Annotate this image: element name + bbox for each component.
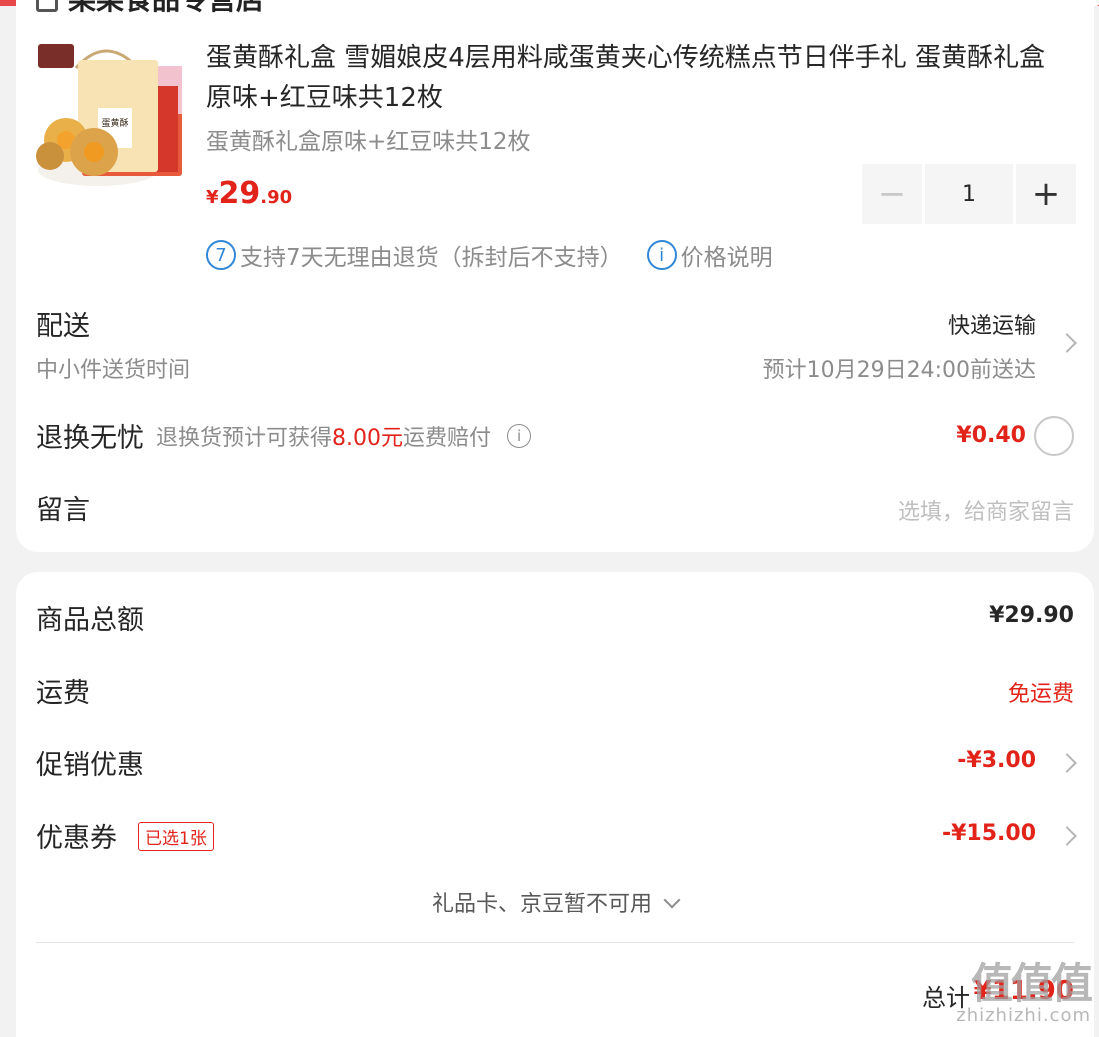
return-note-amount: 8.00元 xyxy=(332,426,404,451)
delivery-sub: 中小件送货时间 xyxy=(36,358,191,383)
chevron-down-icon xyxy=(663,891,681,909)
store-name: 某某食品专营店 xyxy=(68,0,264,16)
seven-day-return-icon: 7 xyxy=(206,240,236,270)
return-policy-text[interactable]: 支持7天无理由退货（拆封后不支持） xyxy=(240,238,623,272)
coupon-value[interactable]: -¥15.00 xyxy=(942,821,1036,846)
divider xyxy=(36,942,1074,943)
quantity-value[interactable]: 1 xyxy=(925,164,1013,224)
store-icon xyxy=(36,0,58,12)
return-price: ¥0.40 xyxy=(956,423,1026,448)
order-item-card: 某某食品专营店 蛋黄酥 蛋黄酥礼盒 雪媚娘皮4层用料咸蛋黄夹心传统糕点节日伴手礼… xyxy=(16,0,1094,552)
increase-button[interactable]: + xyxy=(1016,164,1076,224)
price-integer: 29 xyxy=(218,176,261,211)
coupon-selected-badge: 已选1张 xyxy=(138,822,214,851)
promo-label: 促销优惠 xyxy=(36,750,144,781)
box-label: 蛋黄酥 xyxy=(101,117,128,129)
price-summary-card: 商品总额 ¥29.90 运费 免运费 促销优惠 -¥3.00 优惠券 已选1张 … xyxy=(16,572,1094,1037)
shipping-label: 运费 xyxy=(36,678,90,709)
return-select-radio[interactable] xyxy=(1034,416,1074,456)
return-note-prefix: 退换货预计可获得 xyxy=(156,426,333,451)
chevron-right-icon[interactable] xyxy=(1057,333,1077,353)
chevron-right-icon[interactable] xyxy=(1057,753,1077,773)
store-header[interactable]: 某某食品专营店 xyxy=(36,0,264,18)
shipping-value: 免运费 xyxy=(1007,682,1074,707)
chevron-right-icon[interactable] xyxy=(1057,826,1077,846)
price-symbol: ¥ xyxy=(206,187,219,208)
goods-total-value: ¥29.90 xyxy=(989,603,1074,628)
return-note-suffix: 运费赔付 xyxy=(403,426,492,451)
quantity-stepper: − 1 + xyxy=(862,164,1076,224)
return-label: 退换无忧 xyxy=(36,423,144,454)
unavailable-text: 礼品卡、京豆暂不可用 xyxy=(431,892,652,917)
unavailable-toggle[interactable]: 礼品卡、京豆暂不可用 xyxy=(16,886,1094,918)
decrease-button[interactable]: − xyxy=(862,164,922,224)
product-image[interactable]: 蛋黄酥 xyxy=(36,36,186,190)
delivery-label: 配送 xyxy=(36,311,90,342)
product-title[interactable]: 蛋黄酥礼盒 雪媚娘皮4层用料咸蛋黄夹心传统糕点节日伴手礼 蛋黄酥礼盒原味+红豆味… xyxy=(206,38,1066,118)
info-icon[interactable]: i xyxy=(507,424,532,448)
price-decimal: .90 xyxy=(260,187,293,208)
message-label: 留言 xyxy=(36,495,90,526)
watermark: 值值值 zhizhizhi.com xyxy=(956,950,1093,1026)
product-price: ¥29.90 xyxy=(206,176,292,211)
coupon-label: 优惠券 xyxy=(36,823,117,854)
delivery-method[interactable]: 快递运输 xyxy=(948,308,1036,340)
delivery-eta[interactable]: 预计10月29日24:00前送达 xyxy=(763,352,1036,384)
return-note: 退换货预计可获得 8.00元 运费赔付 i xyxy=(156,420,532,452)
service-row: 7 支持7天无理由退货（拆封后不支持） i 价格说明 xyxy=(206,238,773,272)
product-spec[interactable]: 蛋黄酥礼盒原味+红豆味共12枚 xyxy=(206,122,531,156)
message-input[interactable]: 选填，给商家留言 xyxy=(898,494,1074,526)
info-icon: i xyxy=(646,240,677,270)
watermark-logo: 值值值 xyxy=(970,959,1093,1008)
goods-total-label: 商品总额 xyxy=(36,605,144,636)
price-note-link[interactable]: 价格说明 xyxy=(681,238,773,272)
promo-value[interactable]: -¥3.00 xyxy=(957,748,1036,773)
watermark-url: zhizhizhi.com xyxy=(956,1005,1091,1026)
